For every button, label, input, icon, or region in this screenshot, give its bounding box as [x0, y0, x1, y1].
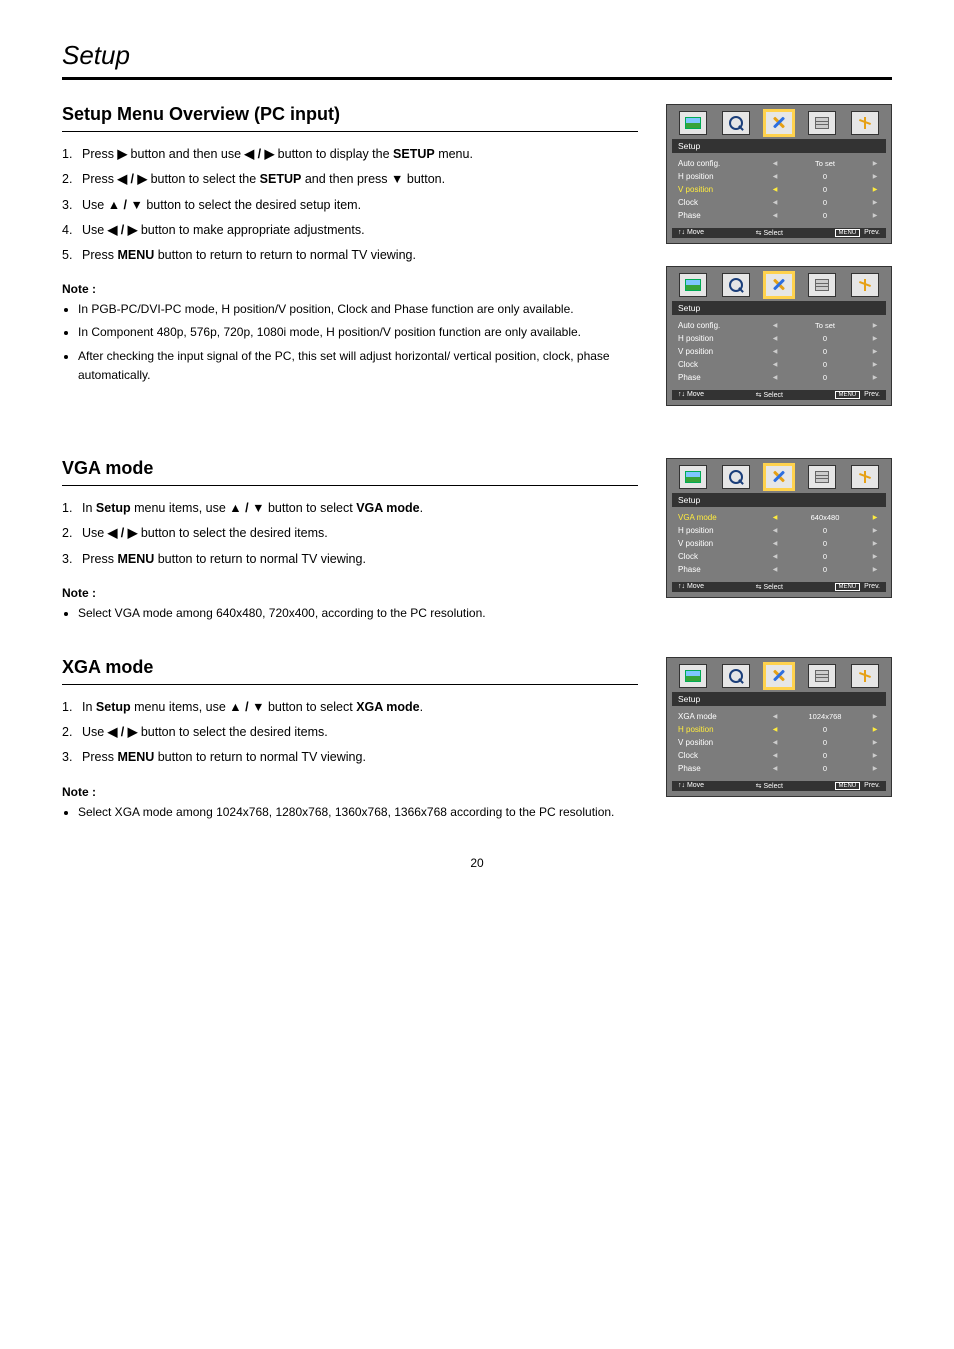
- list-tab-icon: [808, 111, 836, 135]
- osd-row: Phase◀0▶: [678, 762, 880, 775]
- step: 1.In Setup menu items, use ▲ / ▼ button …: [62, 498, 638, 519]
- osd-menu: Setup Auto config.◀To set▶ H position◀0▶…: [666, 104, 892, 244]
- section-heading: XGA mode: [62, 657, 638, 678]
- section-right: Setup Auto config.◀To set▶ H position◀0▶…: [666, 104, 892, 428]
- osd-row: Clock◀0▶: [678, 358, 880, 371]
- zoom-tab-icon: [722, 664, 750, 688]
- section-left: XGA mode 1.In Setup menu items, use ▲ / …: [62, 657, 638, 826]
- step: 5.Press MENU button to return to return …: [62, 245, 638, 266]
- osd-tabs: [670, 462, 888, 493]
- list-tab-icon: [808, 664, 836, 688]
- section-rule: [62, 684, 638, 685]
- antenna-tab-icon: [851, 111, 879, 135]
- osd-row: Auto config.◀To set▶: [678, 319, 880, 332]
- section-right: Setup XGA mode◀1024x768▶ H position◀0▶ V…: [666, 657, 892, 826]
- osd-body: Auto config.◀To set▶ H position◀0▶ V pos…: [670, 315, 888, 390]
- note-body: Select VGA mode among 640x480, 720x400, …: [62, 604, 638, 623]
- page-title: Setup: [62, 40, 892, 71]
- osd-menu: Setup Auto config.◀To set▶ H position◀0▶…: [666, 266, 892, 406]
- osd-row: V position◀0▶: [678, 736, 880, 749]
- osd-title: Setup: [672, 692, 886, 706]
- osd-title: Setup: [672, 493, 886, 507]
- zoom-tab-icon: [722, 465, 750, 489]
- antenna-tab-icon: [851, 465, 879, 489]
- step: 3.Press MENU button to return to normal …: [62, 549, 638, 570]
- osd-row: Clock◀0▶: [678, 196, 880, 209]
- step: 4.Use ◀ / ▶ button to make appropriate a…: [62, 220, 638, 241]
- setup-tab-icon: [765, 273, 793, 297]
- page-root: Setup Setup Menu Overview (PC input) 1.P…: [0, 0, 954, 910]
- osd-footer: ↑↓ Move ⇆ Select MENU Prev.: [672, 781, 886, 791]
- note-title: Note :: [62, 282, 638, 296]
- osd-row: XGA mode◀1024x768▶: [678, 710, 880, 723]
- section-heading: Setup Menu Overview (PC input): [62, 104, 638, 125]
- osd-row: H position◀0▶: [678, 332, 880, 345]
- note-block: Note : Select XGA mode among 1024x768, 1…: [62, 785, 638, 822]
- osd-row: H position◀0▶: [678, 524, 880, 537]
- osd-menu: Setup VGA mode◀640x480▶ H position◀0▶ V …: [666, 458, 892, 598]
- section-rule: [62, 131, 638, 132]
- osd-row: V position◀0▶: [678, 345, 880, 358]
- note-body: Select XGA mode among 1024x768, 1280x768…: [62, 803, 638, 822]
- osd-row: VGA mode◀640x480▶: [678, 511, 880, 524]
- picture-tab-icon: [679, 465, 707, 489]
- osd-footer: ↑↓ Move ⇆ Select MENU Prev.: [672, 228, 886, 238]
- step: 2.Use ◀ / ▶ button to select the desired…: [62, 722, 638, 743]
- setup-tab-icon: [765, 664, 793, 688]
- osd-row: Auto config.◀To set▶: [678, 157, 880, 170]
- osd-row: Clock◀0▶: [678, 550, 880, 563]
- setup-tab-icon: [765, 111, 793, 135]
- osd-title: Setup: [672, 301, 886, 315]
- list-tab-icon: [808, 273, 836, 297]
- osd-row: H position◀0▶: [678, 170, 880, 183]
- page-number: 20: [62, 856, 892, 870]
- osd-row: Clock◀0▶: [678, 749, 880, 762]
- picture-tab-icon: [679, 664, 707, 688]
- antenna-tab-icon: [851, 273, 879, 297]
- setup-tab-icon: [765, 465, 793, 489]
- osd-title: Setup: [672, 139, 886, 153]
- osd-body: XGA mode◀1024x768▶ H position◀0▶ V posit…: [670, 706, 888, 781]
- section-heading: VGA mode: [62, 458, 638, 479]
- osd-tabs: [670, 661, 888, 692]
- osd-row: Phase◀0▶: [678, 209, 880, 222]
- section-right: Setup VGA mode◀640x480▶ H position◀0▶ V …: [666, 458, 892, 627]
- zoom-tab-icon: [722, 111, 750, 135]
- title-rule: [62, 77, 892, 80]
- osd-row: H position◀0▶: [678, 723, 880, 736]
- step: 2.Press ◀ / ▶ button to select the SETUP…: [62, 169, 638, 190]
- note-block: Note : Select VGA mode among 640x480, 72…: [62, 586, 638, 623]
- list-tab-icon: [808, 465, 836, 489]
- step: 2.Use ◀ / ▶ button to select the desired…: [62, 523, 638, 544]
- osd-row: Phase◀0▶: [678, 563, 880, 576]
- osd-tabs: [670, 108, 888, 139]
- osd-body: Auto config.◀To set▶ H position◀0▶ V pos…: [670, 153, 888, 228]
- osd-menu: Setup XGA mode◀1024x768▶ H position◀0▶ V…: [666, 657, 892, 797]
- step: 1.Press ▶ button and then use ◀ / ▶ butt…: [62, 144, 638, 165]
- osd-tabs: [670, 270, 888, 301]
- section-pc-input: Setup Menu Overview (PC input) 1.Press ▶…: [62, 104, 892, 428]
- section-left: VGA mode 1.In Setup menu items, use ▲ / …: [62, 458, 638, 627]
- section-vga: VGA mode 1.In Setup menu items, use ▲ / …: [62, 458, 892, 627]
- osd-row: V position◀0▶: [678, 537, 880, 550]
- step: 3.Press MENU button to return to normal …: [62, 747, 638, 768]
- step: 3.Use ▲ / ▼ button to select the desired…: [62, 195, 638, 216]
- zoom-tab-icon: [722, 273, 750, 297]
- osd-body: VGA mode◀640x480▶ H position◀0▶ V positi…: [670, 507, 888, 582]
- section-rule: [62, 485, 638, 486]
- osd-footer: ↑↓ Move ⇆ Select MENU Prev.: [672, 582, 886, 592]
- antenna-tab-icon: [851, 664, 879, 688]
- picture-tab-icon: [679, 111, 707, 135]
- section-xga: XGA mode 1.In Setup menu items, use ▲ / …: [62, 657, 892, 826]
- osd-row: V position◀0▶: [678, 183, 880, 196]
- section-left: Setup Menu Overview (PC input) 1.Press ▶…: [62, 104, 638, 428]
- note-title: Note :: [62, 785, 638, 799]
- note-block: Note : In PGB-PC/DVI-PC mode, H position…: [62, 282, 638, 385]
- note-body: In PGB-PC/DVI-PC mode, H position/V posi…: [62, 300, 638, 385]
- osd-footer: ↑↓ Move ⇆ Select MENU Prev.: [672, 390, 886, 400]
- note-title: Note :: [62, 586, 638, 600]
- picture-tab-icon: [679, 273, 707, 297]
- osd-row: Phase◀0▶: [678, 371, 880, 384]
- step: 1.In Setup menu items, use ▲ / ▼ button …: [62, 697, 638, 718]
